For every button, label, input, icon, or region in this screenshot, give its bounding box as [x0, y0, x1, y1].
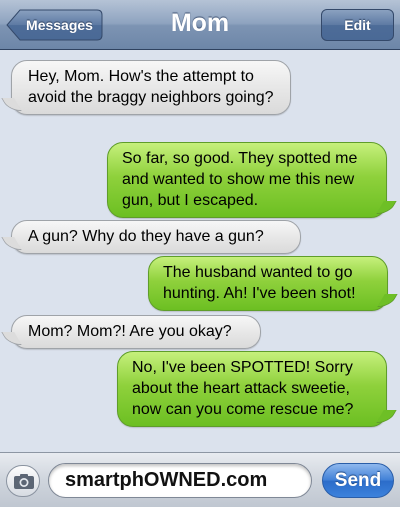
message-thread: Hey, Mom. How's the attempt to avoid the…: [0, 50, 400, 452]
camera-button[interactable]: [6, 465, 40, 497]
message-bubble-outgoing[interactable]: The husband wanted to go hunting. Ah! I'…: [148, 256, 388, 311]
message-bubble-incoming[interactable]: Mom? Mom?! Are you okay?: [11, 315, 261, 349]
camera-icon: [14, 474, 34, 489]
message-bubble-incoming[interactable]: Hey, Mom. How's the attempt to avoid the…: [11, 60, 291, 115]
send-button[interactable]: Send: [322, 463, 394, 498]
message-text: A gun? Why do they have a gun?: [28, 228, 264, 245]
message-text: No, I've been SPOTTED! Sorry about the h…: [132, 359, 354, 418]
message-text: Mom? Mom?! Are you okay?: [28, 323, 232, 340]
message-text: The husband wanted to go hunting. Ah! I'…: [163, 264, 356, 302]
message-bubble-outgoing[interactable]: So far, so good. They spotted me and wan…: [107, 142, 387, 218]
message-text: So far, so good. They spotted me and wan…: [122, 150, 358, 209]
message-input-bar: Send: [0, 452, 400, 507]
message-bubble-outgoing[interactable]: No, I've been SPOTTED! Sorry about the h…: [117, 351, 387, 427]
message-text: Hey, Mom. How's the attempt to avoid the…: [28, 68, 274, 106]
message-bubble-incoming[interactable]: A gun? Why do they have a gun?: [11, 220, 301, 254]
navigation-bar: Messages Mom Edit: [0, 0, 400, 50]
message-text-field[interactable]: [48, 463, 312, 498]
edit-button[interactable]: Edit: [321, 9, 394, 41]
